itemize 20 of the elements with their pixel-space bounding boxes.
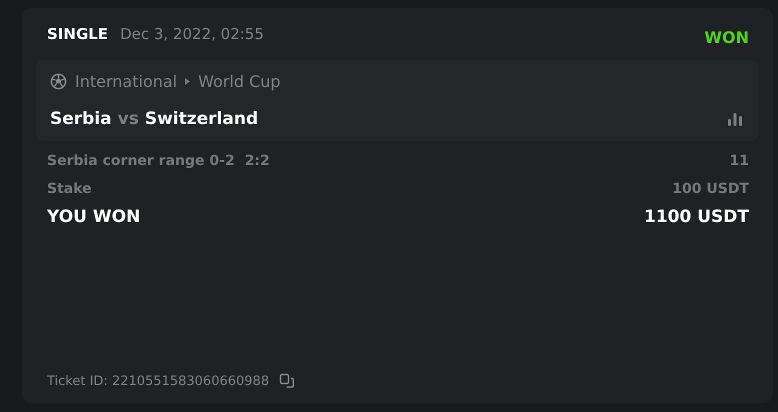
score-label: 2:2 [244, 153, 270, 169]
stake-value: 100 USDT [672, 181, 749, 197]
odds-value: 11 [730, 153, 749, 169]
win-label: YOU WON [47, 207, 140, 227]
league-link[interactable]: World Cup [198, 72, 281, 91]
bet-date: Dec 3, 2022, 02:55 [120, 25, 264, 43]
caret-icon [185, 78, 190, 85]
away-team: Switzerland [144, 109, 258, 129]
soccer-ball-icon [50, 73, 67, 90]
versus-label: vs [118, 109, 139, 129]
bet-type: SINGLE [47, 25, 108, 43]
ticket-id: Ticket ID: 2210551583060660988 [47, 374, 270, 388]
stake-label: Stake [47, 181, 92, 197]
home-team: Serbia [50, 109, 112, 129]
market-label: Serbia corner range 0-2 [47, 153, 235, 169]
copy-icon[interactable] [279, 373, 296, 389]
win-amount: 1100 USDT [644, 207, 749, 227]
bet-status: WON [704, 28, 749, 46]
statistics-icon[interactable] [727, 112, 743, 126]
category-link[interactable]: International [75, 72, 178, 91]
